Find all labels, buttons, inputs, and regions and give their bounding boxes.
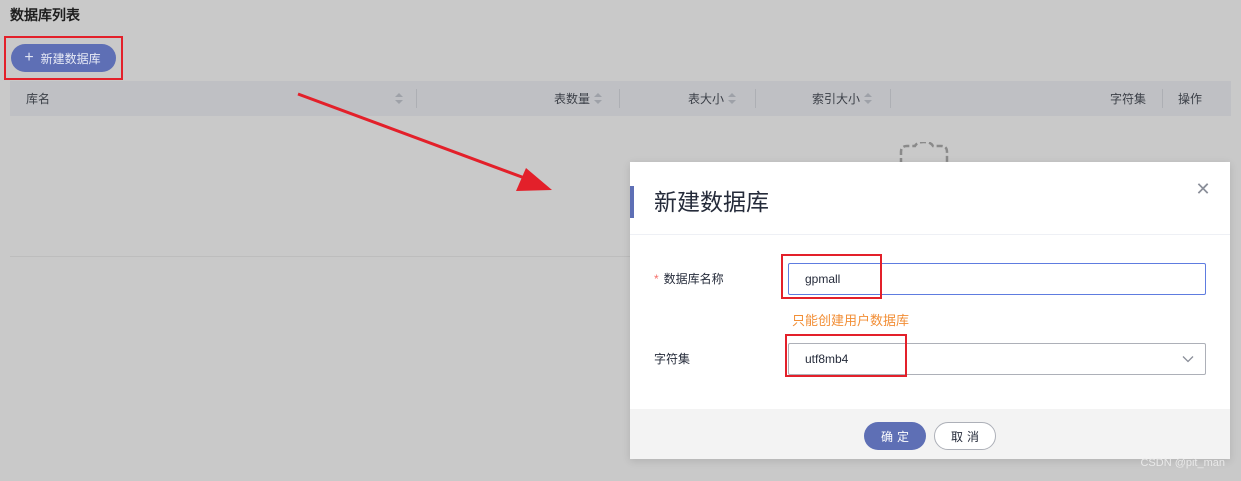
close-icon[interactable]: ✕ [1192,178,1214,200]
column-divider [755,89,756,108]
dialog-divider [630,234,1230,235]
column-header-index-size[interactable]: 索引大小 [812,81,873,116]
column-header-name: 库名 [26,92,51,106]
column-header-actions: 操作 [1178,92,1203,106]
database-name-label: * 数据库名称 [654,272,724,286]
annotation-box-name-input [781,254,882,299]
annotation-box-new-button [4,36,123,80]
column-header-table-size[interactable]: 表大小 [688,81,737,116]
annotation-box-charset [785,334,907,377]
create-database-dialog: 新建数据库 ✕ * 数据库名称 gpmall 只能创建用户数据库 字符集 utf8… [630,162,1230,459]
column-divider [619,89,620,108]
chevron-down-icon [1182,356,1194,363]
sort-icon[interactable] [728,93,737,104]
sort-icon[interactable] [864,93,873,104]
watermark: CSDN @pit_man [1140,457,1225,469]
sort-icon[interactable] [391,81,403,116]
dialog-title: 新建数据库 [654,189,769,215]
dialog-title-accent [630,186,634,218]
required-mark: * [654,272,659,286]
table-header: 库名 表数量 表大小 索引大小 字符集 操作 [10,81,1231,116]
page-title: 数据库列表 [10,7,80,23]
charset-label: 字符集 [654,352,691,366]
database-name-hint: 只能创建用户数据库 [792,313,910,328]
confirm-button[interactable]: 确定 [864,422,926,450]
column-header-charset: 字符集 [1110,92,1147,106]
column-header-table-count[interactable]: 表数量 [554,81,603,116]
column-divider [890,89,891,108]
cancel-button[interactable]: 取消 [934,422,996,450]
column-divider [1162,89,1163,108]
sort-icon[interactable] [594,93,603,104]
table-bottom-border [10,256,630,257]
empty-data-icon [899,142,949,164]
dialog-footer: 确定 取消 [630,409,1230,459]
column-divider [416,89,417,108]
